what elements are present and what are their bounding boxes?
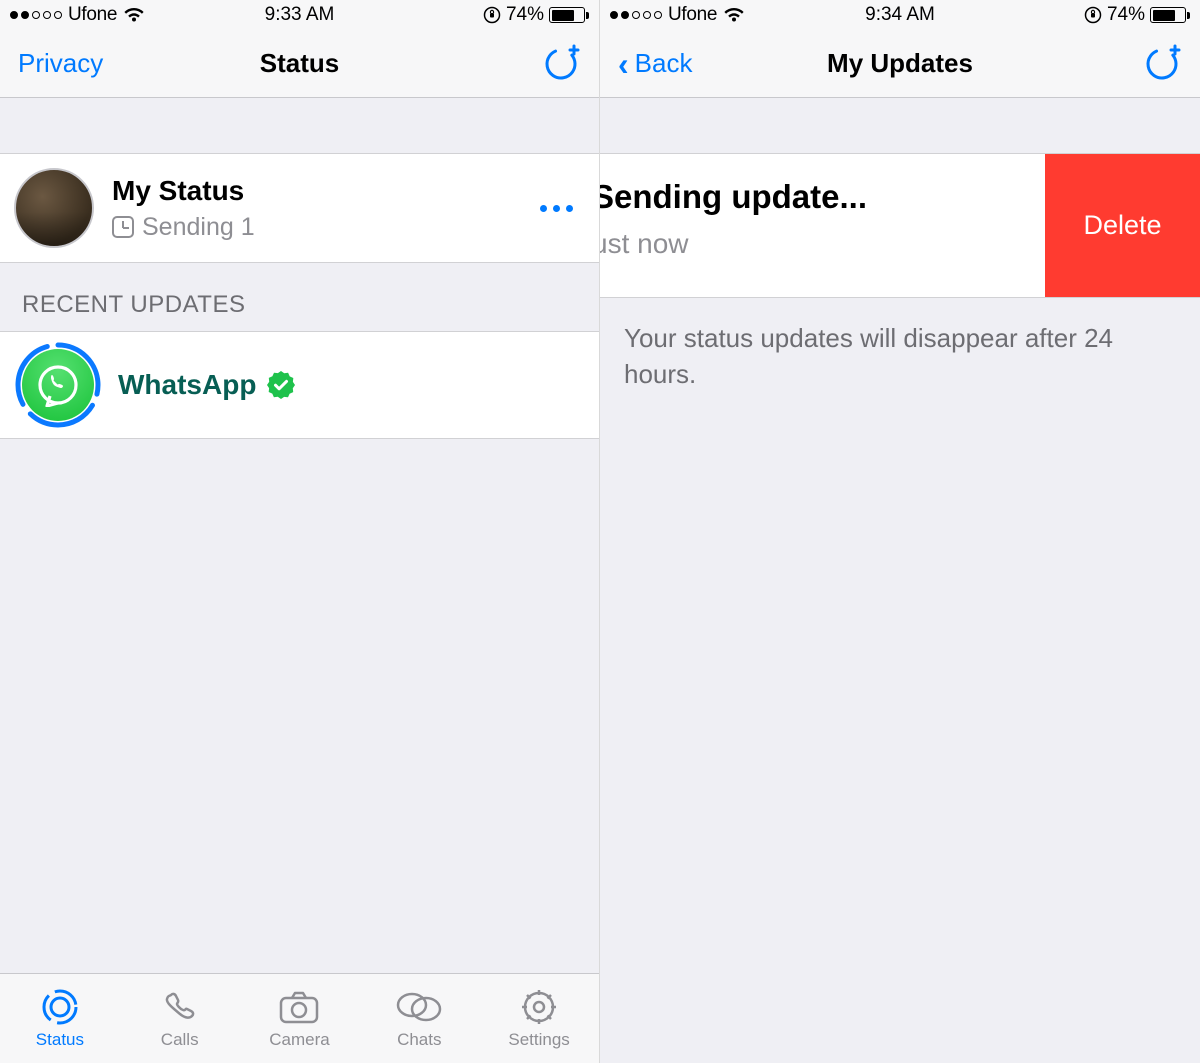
clock-icon — [112, 216, 134, 238]
content: My Status Sending 1 RECENT UPDATES — [0, 98, 599, 973]
tab-label: Settings — [508, 1030, 569, 1050]
battery-icon — [549, 7, 589, 23]
wifi-icon — [723, 7, 745, 23]
battery-percent-label: 74% — [506, 4, 544, 26]
camera-tab-icon — [277, 987, 321, 1027]
my-status-avatar — [14, 168, 94, 248]
chevron-left-icon: ‹ — [618, 48, 629, 80]
wifi-icon — [123, 7, 145, 23]
my-status-title: My Status — [112, 175, 530, 207]
nav-bar: ‹ Back My Updates — [600, 30, 1200, 98]
my-status-row[interactable]: My Status Sending 1 — [0, 153, 599, 263]
new-status-button[interactable] — [541, 44, 581, 84]
sending-label: Sending 1 — [142, 213, 255, 242]
empty-area — [600, 415, 1200, 1063]
settings-tab-icon — [519, 987, 559, 1027]
status-bar-left: Ufone — [610, 4, 745, 26]
delete-label: Delete — [1083, 210, 1161, 241]
ios-status-bar: Ufone 9:33 AM 74% — [0, 0, 599, 30]
carrier-label: Ufone — [668, 4, 717, 26]
tab-chats[interactable]: Chats — [359, 974, 479, 1063]
disappear-note: Your status updates will disappear after… — [600, 298, 1200, 415]
calls-tab-icon — [160, 987, 200, 1027]
update-row[interactable]: Sending update... ust now Delete — [600, 153, 1200, 298]
refresh-plus-icon — [1142, 44, 1182, 84]
ios-status-bar: Ufone 9:34 AM 74% — [600, 0, 1200, 30]
tab-label: Calls — [161, 1030, 199, 1050]
whatsapp-label: WhatsApp — [118, 369, 256, 401]
signal-dots-icon — [10, 11, 62, 19]
tab-label: Status — [36, 1030, 84, 1050]
more-button[interactable] — [530, 195, 583, 222]
empty-area — [0, 439, 599, 973]
status-bar-left: Ufone — [10, 4, 145, 26]
tab-status[interactable]: Status — [0, 974, 120, 1063]
battery-icon — [1150, 7, 1190, 23]
verified-badge-icon — [266, 370, 296, 400]
clock-label: 9:33 AM — [265, 4, 335, 26]
recent-updates-header: RECENT UPDATES — [0, 263, 599, 331]
tab-label: Camera — [269, 1030, 329, 1050]
tab-label: Chats — [397, 1030, 441, 1050]
battery-percent-label: 74% — [1107, 4, 1145, 26]
delete-button[interactable]: Delete — [1045, 154, 1200, 297]
spacer — [0, 98, 599, 153]
refresh-plus-icon — [541, 44, 581, 84]
back-label: Back — [635, 48, 693, 79]
tab-camera[interactable]: Camera — [240, 974, 360, 1063]
status-bar-right: 74% — [1084, 4, 1190, 26]
signal-dots-icon — [610, 11, 662, 19]
my-status-subtitle: Sending 1 — [112, 213, 530, 242]
page-title: My Updates — [827, 48, 973, 79]
update-row-content: Sending update... ust now — [600, 154, 1045, 297]
tab-settings[interactable]: Settings — [479, 974, 599, 1063]
status-bar-right: 74% — [483, 4, 589, 26]
status-ring — [14, 341, 102, 429]
whatsapp-status-row[interactable]: WhatsApp — [0, 331, 599, 439]
tab-calls[interactable]: Calls — [120, 974, 240, 1063]
rotation-lock-icon — [483, 6, 501, 24]
update-title: Sending update... — [600, 178, 1045, 216]
whatsapp-name: WhatsApp — [118, 369, 296, 401]
my-updates-screen: Ufone 9:34 AM 74% ‹ Back My Updates — [600, 0, 1200, 1063]
spacer — [600, 98, 1200, 153]
carrier-label: Ufone — [68, 4, 117, 26]
clock-label: 9:34 AM — [865, 4, 935, 26]
tab-bar: Status Calls Camera Chats — [0, 973, 599, 1063]
status-screen: Ufone 9:33 AM 74% Privacy Status — [0, 0, 600, 1063]
back-button[interactable]: ‹ Back — [618, 48, 692, 80]
nav-bar: Privacy Status — [0, 30, 599, 98]
new-status-button[interactable] — [1142, 44, 1182, 84]
whatsapp-logo-icon — [22, 349, 94, 421]
page-title: Status — [260, 48, 339, 79]
privacy-button[interactable]: Privacy — [18, 48, 103, 79]
rotation-lock-icon — [1084, 6, 1102, 24]
privacy-label: Privacy — [18, 48, 103, 79]
chats-tab-icon — [395, 987, 443, 1027]
update-subtitle: ust now — [600, 228, 1045, 260]
my-status-text: My Status Sending 1 — [112, 175, 530, 242]
status-tab-icon — [40, 987, 80, 1027]
content: Sending update... ust now Delete Your st… — [600, 98, 1200, 1063]
